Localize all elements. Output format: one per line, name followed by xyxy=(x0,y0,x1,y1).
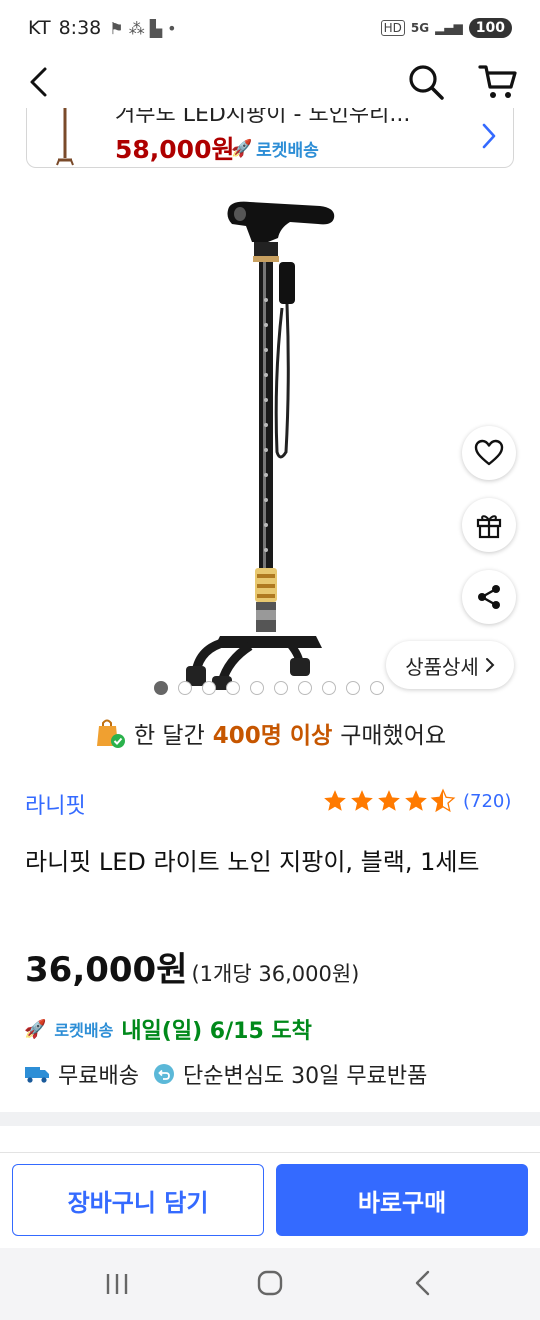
star-icon xyxy=(324,790,346,811)
pagination-dot[interactable] xyxy=(322,681,336,695)
product-detail-label: 상품상세 xyxy=(405,654,479,679)
clock: 8:38 xyxy=(58,17,102,39)
pagination-dot[interactable] xyxy=(154,681,168,695)
search-icon xyxy=(409,65,444,100)
pagination-dot[interactable] xyxy=(250,681,264,695)
star-icon xyxy=(405,790,427,811)
pagination-dot[interactable] xyxy=(178,681,192,695)
status-bar: KT 8:38 ⚑ ⁂ ▙ • HD 5G ▂▄▆ 100 xyxy=(0,0,540,56)
pagination-dot[interactable] xyxy=(346,681,360,695)
signal-icon: ▂▄▆ xyxy=(435,21,463,35)
notification-icons: ⚑ ⁂ ▙ • xyxy=(109,18,177,38)
cart-button[interactable] xyxy=(474,60,522,104)
search-button[interactable] xyxy=(404,60,448,104)
unit-price: (1개당 36,000원) xyxy=(191,962,360,986)
home-icon[interactable] xyxy=(256,1268,284,1298)
action-bar-border xyxy=(0,1152,540,1153)
network-label: 5G xyxy=(410,21,430,35)
wishlist-button[interactable] xyxy=(462,426,516,480)
purchase-prefix: 한 달간 xyxy=(133,723,205,749)
gift-button[interactable] xyxy=(462,498,516,552)
product-title: 라니핏 LED 라이트 노인 지팡이, 블랙, 1세트 xyxy=(25,848,480,876)
review-count[interactable]: (720) xyxy=(463,791,511,812)
share-button[interactable] xyxy=(462,570,516,624)
related-product-title: 거무도 LED지팡이 - 노인우리... xyxy=(115,108,411,127)
buy-now-button[interactable]: 바로구매 xyxy=(276,1164,528,1236)
related-rocket-label: 로켓배송 xyxy=(256,141,319,161)
image-pagination xyxy=(154,681,384,695)
return-icon xyxy=(153,1064,174,1084)
carrier-label: KT xyxy=(28,17,51,39)
sale-price: 36,000원 xyxy=(25,950,188,990)
recent-apps-icon[interactable] xyxy=(102,1270,132,1298)
system-back-icon[interactable] xyxy=(410,1268,434,1298)
related-rocket-badge: 🚀 로켓배송 xyxy=(231,136,319,162)
section-divider xyxy=(0,1112,540,1126)
rating-summary[interactable]: (720) xyxy=(322,788,511,814)
purchase-suffix: 구매했어요 xyxy=(340,723,447,749)
star-icon xyxy=(351,790,373,811)
pagination-dot[interactable] xyxy=(226,681,240,695)
related-product-price: 58,000원 xyxy=(115,135,235,164)
half-star-icon xyxy=(430,788,456,813)
share-icon xyxy=(478,585,500,609)
rocket-delivery-label: 로켓배송 xyxy=(54,1021,114,1040)
return-policy-label: 단순변심도 30일 무료반품 xyxy=(182,1064,428,1089)
brand-link[interactable]: 라니핏 xyxy=(25,788,86,820)
add-to-cart-button[interactable]: 장바구니 담기 xyxy=(12,1164,264,1236)
back-button[interactable] xyxy=(18,62,58,102)
hd-icon: HD xyxy=(380,20,405,36)
price-row: 36,000원 (1개당 36,000원) xyxy=(25,942,359,991)
pagination-dot[interactable] xyxy=(370,681,384,695)
chevron-right-icon xyxy=(482,123,496,149)
arrival-date: 내일(일) 6/15 도착 xyxy=(121,1019,312,1044)
purchase-highlight: 400명 이상 xyxy=(212,723,333,749)
shipping-info: 무료배송 단순변심도 30일 무료반품 xyxy=(24,1058,427,1090)
chevron-right-icon xyxy=(485,658,495,672)
rocket-icon: 🚀 xyxy=(231,138,253,159)
battery-indicator: 100 xyxy=(468,18,512,38)
pagination-dot[interactable] xyxy=(298,681,312,695)
top-nav xyxy=(0,56,540,108)
gift-icon xyxy=(476,515,502,539)
chevron-left-icon xyxy=(30,67,47,97)
pagination-dot[interactable] xyxy=(202,681,216,695)
related-product-thumbnail xyxy=(56,108,74,166)
pagination-dot[interactable] xyxy=(274,681,288,695)
shopping-bag-icon xyxy=(96,719,125,748)
cart-icon xyxy=(478,65,517,98)
delivery-info: 🚀 로켓배송 내일(일) 6/15 도착 xyxy=(24,1013,312,1045)
rocket-icon: 🚀 xyxy=(24,1018,47,1040)
heart-icon xyxy=(474,439,504,466)
free-shipping-label: 무료배송 xyxy=(58,1064,139,1089)
product-image[interactable] xyxy=(140,190,390,690)
purchase-count-banner: 한 달간 400명 이상 구매했어요 xyxy=(0,716,540,750)
star-icon xyxy=(378,790,400,811)
related-product-card[interactable]: 거무도 LED지팡이 - 노인우리... 58,000원 🚀 로켓배송 xyxy=(26,108,514,168)
truck-icon xyxy=(25,1067,49,1083)
product-detail-button[interactable]: 상품상세 xyxy=(386,641,514,689)
system-nav-bar xyxy=(0,1248,540,1320)
